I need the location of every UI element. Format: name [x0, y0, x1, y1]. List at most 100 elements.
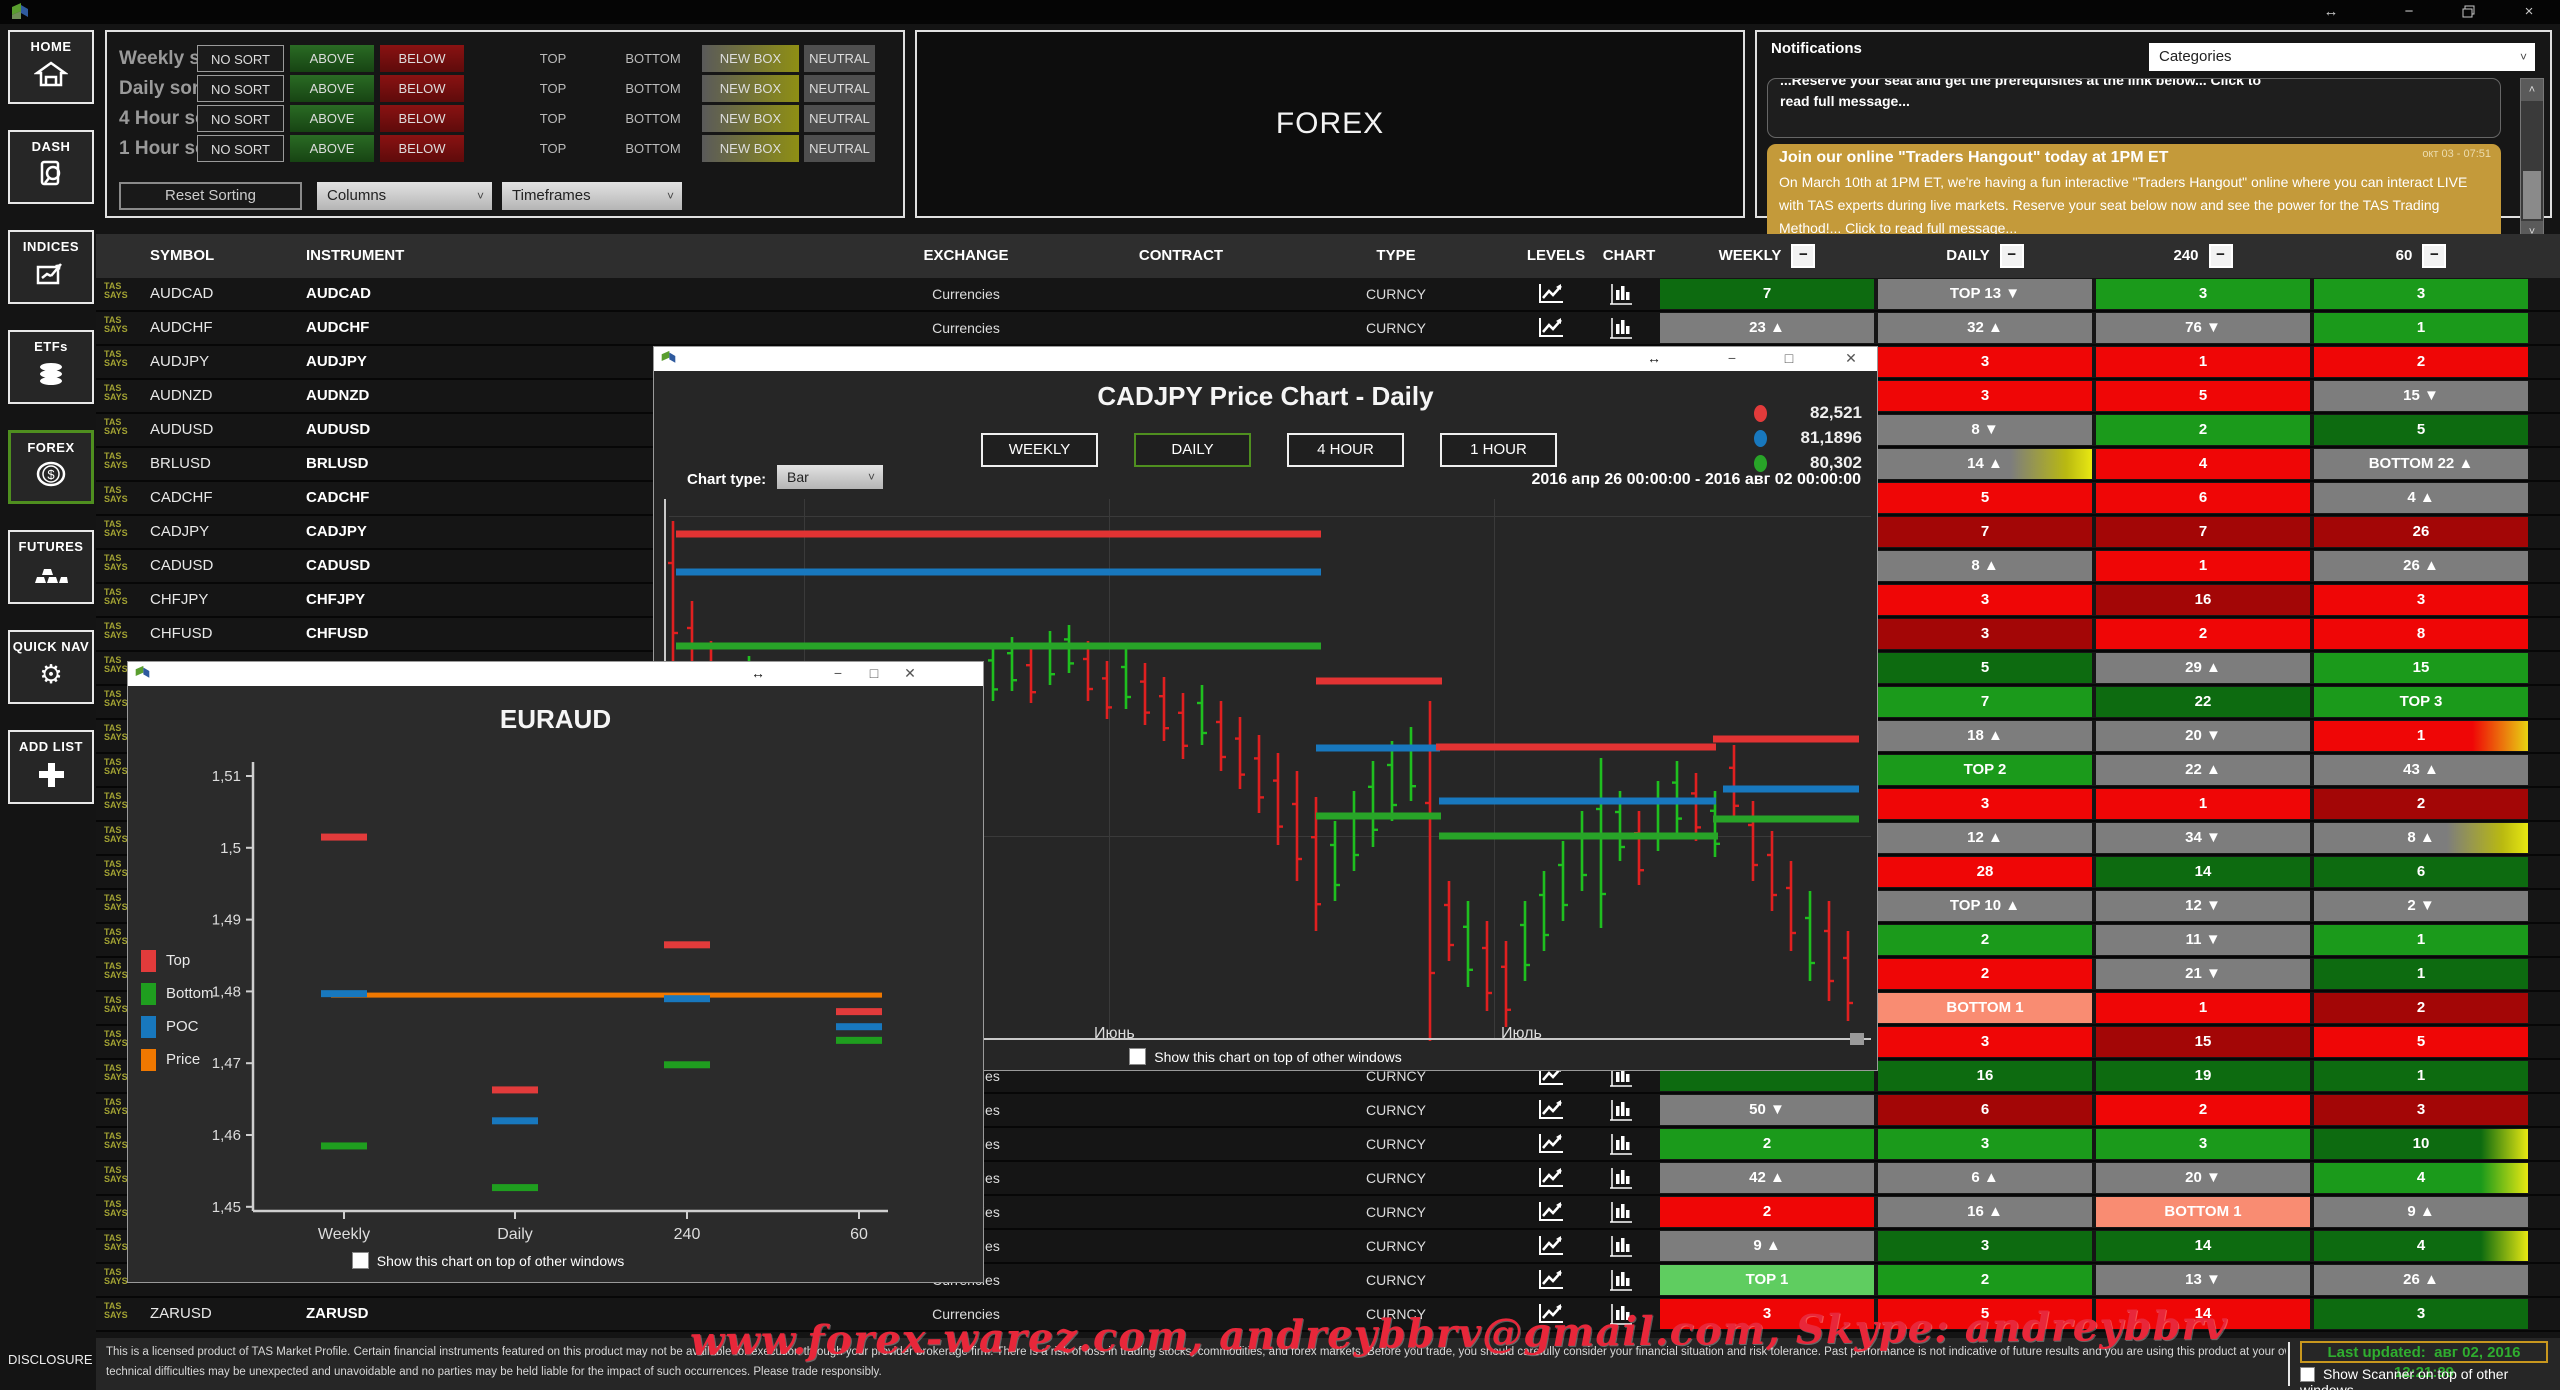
weekly-cell[interactable]: 9 ▲ [1660, 1231, 1874, 1261]
cell-240[interactable]: 1 [2096, 789, 2310, 819]
levels-chart-icon[interactable] [1536, 1098, 1576, 1124]
sort-neutral-button[interactable]: NEUTRAL [804, 135, 875, 162]
cell-240[interactable]: 3 [2096, 279, 2310, 309]
cell-60[interactable]: 26 ▲ [2314, 1265, 2528, 1295]
price-chart-icon[interactable] [1608, 1098, 1648, 1124]
window-minimize-icon[interactable]: − [2386, 0, 2432, 24]
weekly-cell[interactable]: 23 ▲ [1660, 313, 1874, 343]
sort-newbox-button[interactable]: NEW BOX [702, 45, 799, 72]
price-chart-icon[interactable] [1608, 1200, 1648, 1226]
cell-60[interactable]: 1 [2314, 959, 2528, 989]
weekly-cell[interactable]: 42 ▲ [1660, 1163, 1874, 1193]
levels-chart-icon[interactable] [1536, 316, 1576, 342]
sort-nosort-button[interactable]: NO SORT [197, 135, 284, 162]
col-type[interactable]: TYPE [1291, 234, 1501, 278]
daily-cell[interactable]: 3 [1878, 585, 2092, 615]
collapse-daily-icon[interactable]: − [2000, 244, 2024, 268]
cell-240[interactable]: 20 ▼ [2096, 1163, 2310, 1193]
cell-60[interactable]: 26 ▲ [2314, 551, 2528, 581]
collapse-60-icon[interactable]: − [2422, 244, 2446, 268]
weekly-cell[interactable]: 50 ▼ [1660, 1095, 1874, 1125]
daily-cell[interactable]: 3 [1878, 1129, 2092, 1159]
cell-240[interactable]: 21 ▼ [2096, 959, 2310, 989]
sort-below-button[interactable]: BELOW [380, 105, 464, 132]
col-60[interactable]: 60− [2314, 234, 2528, 278]
cell-240[interactable]: 3 [2096, 1129, 2310, 1159]
col-240[interactable]: 240− [2096, 234, 2310, 278]
cell-60[interactable]: 1 [2314, 1061, 2528, 1091]
cell-240[interactable]: 2 [2096, 619, 2310, 649]
cell-60[interactable]: 2 [2314, 347, 2528, 377]
cell-240[interactable]: 29 ▲ [2096, 653, 2310, 683]
sort-above-button[interactable]: ABOVE [290, 45, 374, 72]
sort-below-button[interactable]: BELOW [380, 135, 464, 162]
cell-240[interactable]: 22 ▲ [2096, 755, 2310, 785]
price-chart-icon[interactable] [1608, 282, 1648, 308]
cell-60[interactable]: 4 ▲ [2314, 483, 2528, 513]
collapse-weekly-icon[interactable]: − [1791, 244, 1815, 268]
daily-cell[interactable]: 8 ▼ [1878, 415, 2092, 445]
daily-cell[interactable]: 7 [1878, 687, 2092, 717]
cell-60[interactable]: 4 [2314, 1163, 2528, 1193]
levels-chart-icon[interactable] [1536, 282, 1576, 308]
sidebar-item-futures[interactable]: FUTURES [8, 530, 94, 604]
levels-chart-icon[interactable] [1536, 1200, 1576, 1226]
window-close-icon[interactable]: × [2506, 0, 2552, 24]
table-row[interactable]: TASSAYSAUDCHFAUDCHFCurrenciesCURNCY23 ▲3… [96, 312, 2560, 346]
cell-240[interactable]: 1 [2096, 551, 2310, 581]
price-chart-icon[interactable] [1608, 316, 1648, 342]
sort-above-button[interactable]: ABOVE [290, 105, 374, 132]
table-row[interactable]: TASSAYSAUDCADAUDCADCurrenciesCURNCY7TOP … [96, 278, 2560, 312]
cell-60[interactable]: 2 [2314, 993, 2528, 1023]
notification-item[interactable]: Join our online "Traders Hangout" today … [1767, 144, 2501, 244]
daily-cell[interactable]: 3 [1878, 789, 2092, 819]
cell-240[interactable]: 19 [2096, 1061, 2310, 1091]
sort-nosort-button[interactable]: NO SORT [197, 105, 284, 132]
sort-neutral-button[interactable]: NEUTRAL [804, 75, 875, 102]
col-chart[interactable]: CHART [1594, 234, 1664, 278]
daily-cell[interactable]: 2 [1878, 959, 2092, 989]
levels-chart-icon[interactable] [1536, 1166, 1576, 1192]
window-resize-icon[interactable]: ↔ [2308, 0, 2354, 24]
sort-topt-button[interactable]: TOP [513, 105, 593, 132]
cell-240[interactable]: 20 ▼ [2096, 721, 2310, 751]
price-chart-icon[interactable] [1608, 1268, 1648, 1294]
cell-240[interactable]: 6 [2096, 483, 2310, 513]
euraud-levels-plot[interactable]: 1,511,51,491,481,471,461,45WeeklyDaily24… [128, 662, 983, 1282]
cell-60[interactable]: 5 [2314, 1027, 2528, 1057]
sort-bott-button[interactable]: BOTTOM [613, 135, 693, 162]
daily-cell[interactable]: 18 ▲ [1878, 721, 2092, 751]
cell-240[interactable]: 11 ▼ [2096, 925, 2310, 955]
cell-60[interactable]: 6 [2314, 857, 2528, 887]
sort-above-button[interactable]: ABOVE [290, 75, 374, 102]
cell-60[interactable]: 43 ▲ [2314, 755, 2528, 785]
daily-cell[interactable]: 28 [1878, 857, 2092, 887]
daily-cell[interactable]: 3 [1878, 381, 2092, 411]
daily-cell[interactable]: 5 [1878, 483, 2092, 513]
cell-60[interactable]: 3 [2314, 279, 2528, 309]
daily-cell[interactable]: TOP 13 ▼ [1878, 279, 2092, 309]
daily-cell[interactable]: TOP 2 [1878, 755, 2092, 785]
cell-240[interactable]: 1 [2096, 347, 2310, 377]
cell-240[interactable]: 2 [2096, 415, 2310, 445]
cell-60[interactable]: 15 ▼ [2314, 381, 2528, 411]
col-instrument[interactable]: INSTRUMENT [306, 234, 404, 278]
cell-60[interactable]: 2 ▼ [2314, 891, 2528, 921]
daily-cell[interactable]: 8 ▲ [1878, 551, 2092, 581]
daily-cell[interactable]: 16 [1878, 1061, 2092, 1091]
sort-bott-button[interactable]: BOTTOM [613, 105, 693, 132]
collapse-240-icon[interactable]: − [2209, 244, 2233, 268]
col-symbol[interactable]: SYMBOL [150, 234, 214, 278]
weekly-cell[interactable]: 2 [1660, 1197, 1874, 1227]
scanner-on-top-checkbox[interactable] [2300, 1367, 2315, 1382]
levels-chart-icon[interactable] [1536, 1234, 1576, 1260]
cell-240[interactable]: BOTTOM 1 [2096, 1197, 2310, 1227]
sort-newbox-button[interactable]: NEW BOX [702, 75, 799, 102]
columns-dropdown[interactable]: Columns˅ [317, 182, 492, 210]
cell-240[interactable]: 1 [2096, 993, 2310, 1023]
cell-60[interactable]: 4 [2314, 1231, 2528, 1261]
daily-cell[interactable]: 3 [1878, 347, 2092, 377]
price-chart-icon[interactable] [1608, 1234, 1648, 1260]
sort-neutral-button[interactable]: NEUTRAL [804, 105, 875, 132]
sort-bott-button[interactable]: BOTTOM [613, 45, 693, 72]
